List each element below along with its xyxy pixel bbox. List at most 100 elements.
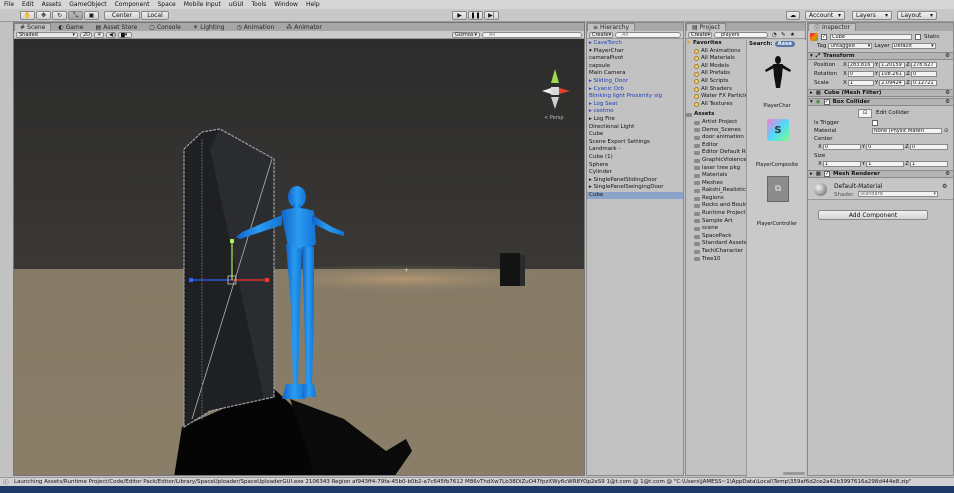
asset-folder-item[interactable]: door animation [686,134,746,142]
hierarchy-item[interactable]: cameraPivot [587,55,683,63]
gear-icon[interactable]: ⚙ [945,53,950,59]
asset-folder-item[interactable]: Artist Project [686,119,746,127]
transform-header[interactable]: ▾ ⤢ Transform ⚙ [808,52,953,60]
asset-folder-item[interactable]: Editor [686,142,746,150]
size-y-field[interactable]: 1 [866,161,905,167]
asset-folder-item[interactable]: Rocks and Boulders [686,202,746,210]
hierarchy-item[interactable]: ▸ CaveTorch [587,40,683,48]
hand-tool-button[interactable]: ✋ [20,11,35,20]
pivot-mode-button[interactable]: Center [104,11,140,20]
result-playerchar-label[interactable]: PlayerChar [747,103,807,109]
position-x-field[interactable]: 283.816 [847,62,874,68]
status-message[interactable]: Launching Assets/Runtime Project/Code/Ed… [14,479,911,485]
hierarchy-item[interactable]: ▸ Cyanic Orb [587,86,683,94]
layout-dropdown[interactable]: Layout ▾ [897,11,937,20]
center-z-field[interactable]: 0 [909,144,948,150]
rotation-z-field[interactable]: 0 [910,71,937,77]
active-checkbox[interactable]: ✓ [821,33,827,40]
scene-viewport[interactable]: + < Persp [14,39,585,476]
asset-folder-item[interactable]: Standard Assets [686,240,746,248]
asset-folder-item[interactable]: Runtime Project [686,210,746,218]
menu-help[interactable]: Help [306,1,320,8]
assets-header[interactable]: Assets [686,111,746,119]
menu-tools[interactable]: Tools [252,1,267,8]
hierarchy-item[interactable]: ▾ PlayerChar [587,48,683,56]
pause-button[interactable]: ❚❚ [468,11,483,20]
hierarchy-item[interactable]: Directional Light [587,124,683,132]
tab-scene[interactable]: # Scene [14,23,52,31]
hierarchy-item[interactable]: Cube (1) [587,154,683,162]
rotate-tool-button[interactable]: ↻ [52,11,67,20]
favorite-item[interactable]: All Models [686,63,746,71]
mesh-renderer-header[interactable]: ▸ ▦ ✓ Mesh Renderer ⚙ [808,170,953,178]
filter-type-icon[interactable]: ◔ [772,32,777,38]
size-z-field[interactable]: 1 [909,161,948,167]
space-mode-button[interactable]: Local [141,11,169,20]
tab-lighting[interactable]: ☀ Lighting [188,23,230,31]
hierarchy-item[interactable]: ▸ SinglePanelSwingingDoor [587,184,683,192]
object-picker-icon[interactable]: ⊙ [944,128,949,134]
mesh-filter-header[interactable]: ▸ ▦ Cube (Mesh Filter) ⚙ [808,89,953,97]
center-x-field[interactable]: 0 [822,144,861,150]
tab-console[interactable]: ▢ Console [144,23,186,31]
favorite-item[interactable]: All Textures [686,101,746,109]
favorite-item[interactable]: All Prefabs [686,70,746,78]
shading-dropdown[interactable]: Shaded ▾ [16,32,78,38]
favorite-item[interactable]: All Scripts [686,78,746,86]
asset-folder-item[interactable]: SpacePack [686,233,746,241]
menu-edit[interactable]: Edit [22,1,34,8]
layers-dropdown[interactable]: Layers ▾ [852,11,892,20]
tag-dropdown[interactable]: Untagged ▾ [828,43,873,49]
is-trigger-checkbox[interactable] [872,120,878,126]
material-preview-sphere[interactable] [814,183,827,196]
tab-animation[interactable]: ◷ Animation [231,23,279,31]
asset-folder-item[interactable]: Meshes [686,180,746,188]
asset-folder-item[interactable]: Sample Art [686,218,746,226]
project-create-dropdown[interactable]: Create ▾ [688,32,712,38]
gear-icon[interactable]: ⚙ [945,171,950,177]
tab-game[interactable]: ◐ Game [53,23,88,31]
project-search-input[interactable]: players [714,32,768,38]
tab-hierarchy[interactable]: ≡ Hierarchy [587,23,636,31]
hierarchy-item[interactable]: Main Camera [587,70,683,78]
scale-x-field[interactable]: 1 [847,80,874,86]
physic-material-field[interactable]: None (Physic Materi [872,128,942,134]
menu-gameobject[interactable]: GameObject [69,1,106,8]
renderer-enabled-checkbox[interactable]: ✓ [823,171,830,177]
add-component-button[interactable]: Add Component [818,210,928,220]
hierarchy-item[interactable]: Scene Export Settings [587,139,683,147]
filter-label-icon[interactable]: ✎ [781,32,786,38]
asset-folder-item[interactable]: TachiCharacter [686,248,746,256]
size-x-field[interactable]: 1 [822,161,861,167]
result-playercomposite-label[interactable]: PlayerComposite [747,162,807,168]
scale-tool-button[interactable]: ⤡ [68,11,83,20]
gear-icon[interactable]: ⚙ [945,90,950,96]
hierarchy-item[interactable]: Cube [587,191,683,200]
position-y-field[interactable]: 1.20159 [879,62,906,68]
menu-mobile-input[interactable]: Mobile Input [184,1,221,8]
asset-folder-item[interactable]: laser tree pkg [686,165,746,173]
asset-folder-item[interactable]: Regions [686,195,746,203]
rotation-y-field[interactable]: 108.261 [879,71,906,77]
persp-label[interactable]: < Persp [544,115,564,121]
menu-window[interactable]: Window [274,1,298,8]
hierarchy-item[interactable]: ▸ SinglePanelSlidingDoor [587,177,683,185]
lighting-toggle[interactable]: ☀ [94,32,104,38]
rotation-x-field[interactable]: 0 [847,71,874,77]
audio-toggle[interactable]: ◀) [106,32,116,38]
collider-enabled-checkbox[interactable]: ✓ [823,99,830,105]
scene-search-input[interactable]: All [482,32,582,38]
favorite-item[interactable]: All Shaders [686,86,746,94]
gear-icon[interactable]: ⚙ [945,99,950,105]
asset-folder-item[interactable]: GraphicViolence [686,157,746,165]
hierarchy-item[interactable]: capsule [587,63,683,71]
menu-ugui[interactable]: uGUI [229,1,244,8]
asset-folder-item[interactable]: Tree10 [686,256,746,264]
toggle-2d-button[interactable]: 2D [80,32,92,38]
menu-component[interactable]: Component [115,1,150,8]
hierarchy-item[interactable]: ▸ cestmo [587,108,683,116]
hierarchy-search-input[interactable]: All [615,32,681,38]
box-collider-header[interactable]: ▾ ◉ ✓ Box Collider ⚙ [808,98,953,106]
tab-asset-store[interactable]: ▤ Asset Store [90,23,142,31]
script-asset-icon[interactable]: S [767,119,789,141]
